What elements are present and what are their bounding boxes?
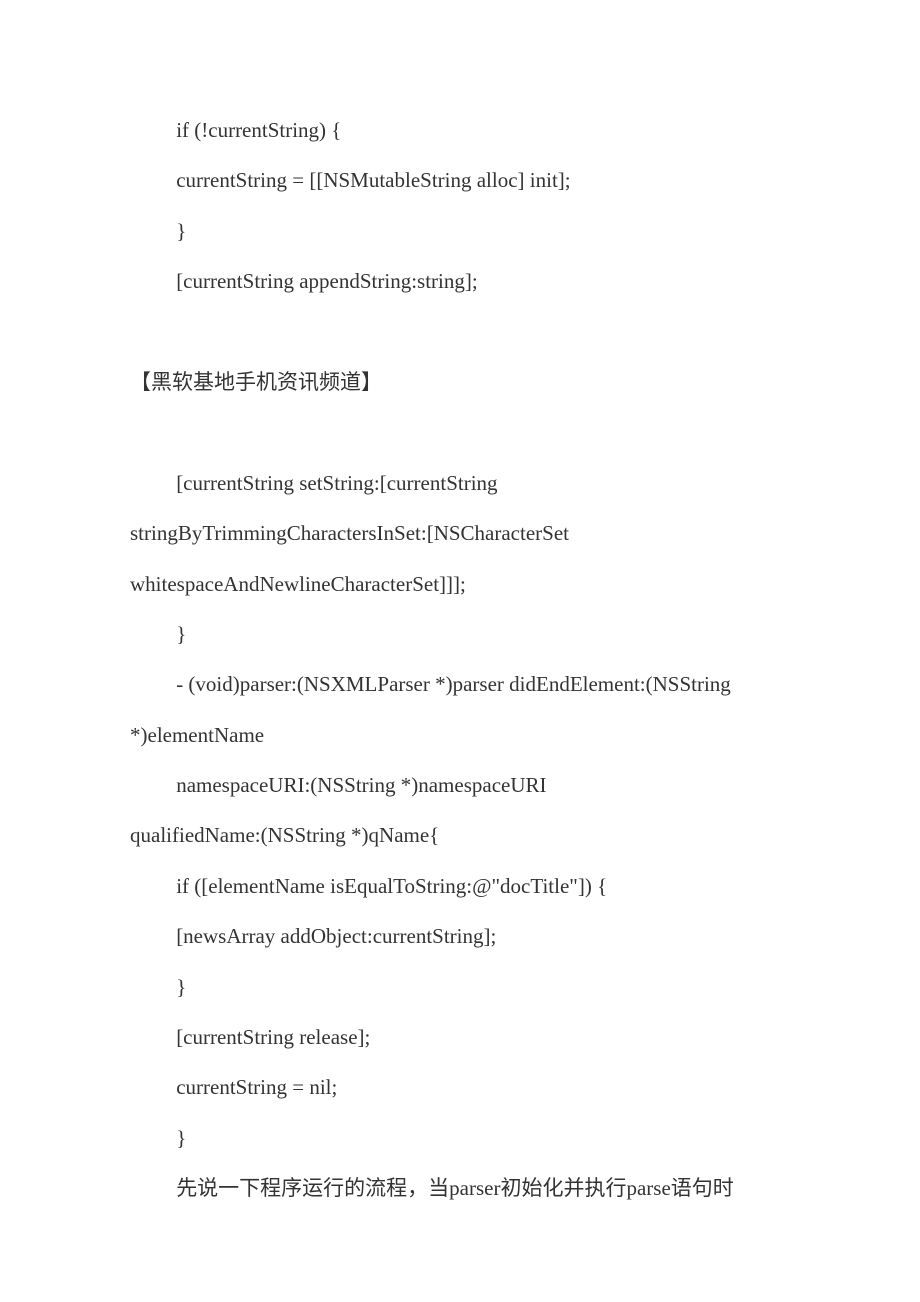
code-line: [currentString release]; — [130, 1012, 790, 1062]
code-line: } — [130, 206, 790, 256]
code-line: qualifiedName:(NSString *)qName{ — [130, 810, 790, 860]
code-line: if ([elementName isEqualToString:@"docTi… — [130, 861, 790, 911]
code-line: [currentString setString:[currentString — [130, 458, 790, 508]
blank-line — [130, 307, 790, 357]
code-line: whitespaceAndNewlineCharacterSet]]]; — [130, 559, 790, 609]
code-line: stringByTrimmingCharactersInSet:[NSChara… — [130, 508, 790, 558]
code-line: } — [130, 609, 790, 659]
document-content: if (!currentString) { currentString = [[… — [130, 105, 790, 1214]
text-line: 【黑软基地手机资讯频道】 — [130, 357, 790, 407]
code-line: currentString = nil; — [130, 1062, 790, 1112]
code-line: if (!currentString) { — [130, 105, 790, 155]
code-line: } — [130, 1113, 790, 1163]
code-line: } — [130, 962, 790, 1012]
code-line: [newsArray addObject:currentString]; — [130, 911, 790, 961]
code-line: namespaceURI:(NSString *)namespaceURI — [130, 760, 790, 810]
code-line: *)elementName — [130, 710, 790, 760]
text-line: 先说一下程序运行的流程，当parser初始化并执行parse语句时 — [130, 1163, 790, 1213]
code-line: [currentString appendString:string]; — [130, 256, 790, 306]
blank-line — [130, 407, 790, 457]
code-line: - (void)parser:(NSXMLParser *)parser did… — [130, 659, 790, 709]
code-line: currentString = [[NSMutableString alloc]… — [130, 155, 790, 205]
